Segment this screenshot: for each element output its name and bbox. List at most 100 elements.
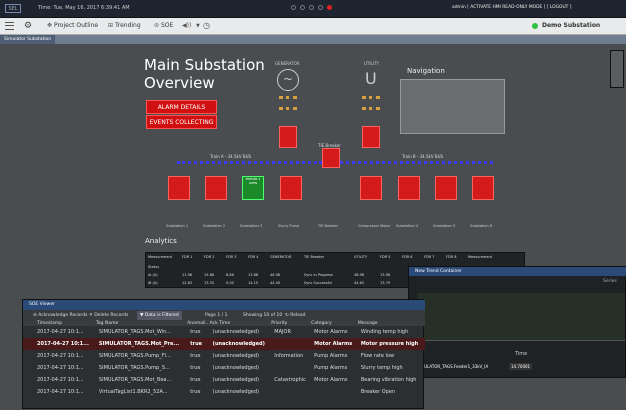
volume-icon[interactable]: ◀)) (182, 22, 191, 29)
utility-breaker[interactable] (362, 126, 380, 148)
connection-status-dot (532, 23, 538, 29)
substation-label-7: Substation 4 (396, 224, 419, 228)
table-row[interactable]: 2017-04-27 10:1... SIMULATOR_TAGS.Mot_Bea… (23, 374, 425, 386)
substation-label-5: TIE Breaker (318, 224, 339, 228)
soe-showing-count: Showing 10 of 10 (243, 313, 283, 318)
soe-filter-button[interactable]: ▼ Data is Filtered (137, 311, 182, 320)
analytics-row-status: Status (148, 265, 160, 269)
page-title-line-1: Main Substation (144, 56, 265, 74)
generator-breaker[interactable] (279, 126, 297, 148)
soe-cell: Flow rate low (360, 353, 395, 359)
table-row[interactable]: 2017-04-27 10:1... VirtualTagList1.BKR2_5… (23, 386, 425, 398)
menu-icon[interactable] (5, 22, 14, 30)
analytics-ib-fdr5: 13.79 (380, 281, 391, 285)
generator-symbol[interactable]: ~ (277, 69, 299, 91)
substation-label-8: Substation 5 (433, 224, 456, 228)
user-links[interactable]: admin [ ACTIVATE HMI READ-ONLY MODE ] [ … (452, 5, 571, 10)
soe-cell: true (190, 389, 201, 395)
analytics-ia-fdr4: 13.88 (248, 273, 259, 277)
tie-breaker-unit[interactable] (322, 148, 340, 168)
tab-strip: Simulator Substation (0, 35, 626, 44)
status-dot-2[interactable] (300, 5, 305, 10)
feeder-2[interactable] (205, 176, 227, 200)
soe-reload-button[interactable]: ↻ Reload (285, 313, 306, 318)
feeder-8[interactable] (472, 176, 494, 200)
soe-icon: ⊜ (154, 22, 160, 29)
reload-icon: ↻ (285, 313, 289, 318)
tab-label: Simulator Substation (4, 37, 52, 42)
soe-delete-records-button[interactable]: ✕ Delete Records (89, 313, 128, 318)
soe-ack-records-button[interactable]: ⊘ Acknowledge Records (33, 313, 87, 318)
soe-cell: true (190, 353, 201, 359)
table-row[interactable]: 2017-04-27 10:1... SIMULATOR_TAGS.Mot_Win… (23, 326, 425, 338)
soe-cell: Pump Alarms (314, 353, 348, 359)
soe-cell: Bearing vibration high (360, 377, 417, 383)
soe-label: SOE (160, 22, 174, 29)
status-dot-4[interactable] (318, 5, 323, 10)
trend-series-label: Series (603, 279, 617, 284)
soe-button[interactable]: ⊜ SOE (154, 22, 173, 29)
soe-cell: 2017-04-27 10:1... (37, 365, 84, 371)
side-controls (610, 50, 624, 88)
soe-cell: Pump Alarms (314, 365, 348, 371)
analytics-header-9: FDR 5 (380, 255, 391, 259)
feeder-1[interactable] (168, 176, 190, 200)
utility-symbol[interactable]: U (365, 69, 377, 89)
hmi-canvas: Main Substation Overview ALARM DETAILS E… (0, 44, 626, 410)
soe-title-bar[interactable]: SOE Viewer (23, 300, 425, 310)
analytics-header-7: TIE Breaker (304, 255, 325, 259)
analytics-row-ia-label: IA (A) (148, 273, 158, 277)
soe-cell (271, 386, 311, 398)
soe-cell (271, 362, 311, 374)
app-logo[interactable]: SEL (5, 4, 21, 13)
trend-container[interactable]: New Trend Container Series Time SIMULATO… (408, 266, 626, 378)
feeder-4[interactable] (280, 176, 302, 200)
soe-cell: 2017-04-27 10:1... (37, 389, 84, 395)
table-row[interactable]: 2017-04-27 10:1... SIMULATOR_TAGS.Mot_Pre… (23, 338, 425, 350)
soe-ack-label: Acknowledge Records (38, 313, 88, 318)
soe-cell (271, 338, 311, 350)
soe-col-anomaly[interactable]: Anomali.. (187, 321, 209, 326)
status-dot-1[interactable] (291, 5, 296, 10)
feeder-3[interactable]: FEEDER 3 OPEN (242, 176, 264, 200)
alarm-dot[interactable] (327, 5, 332, 10)
bus-a-line (177, 161, 322, 164)
trending-button[interactable]: ⊞ Trending (108, 22, 141, 29)
soe-cell: Catastrophic (274, 377, 306, 383)
alarm-details-button[interactable]: ALARM DETAILS (146, 100, 217, 114)
datetime: Time: Tue, May 16, 2017 6:39:41 AM (38, 5, 130, 11)
tab-simulator-substation[interactable]: Simulator Substation (0, 35, 56, 44)
soe-viewer[interactable]: SOE Viewer ⊘ Acknowledge Records ✕ Delet… (22, 299, 425, 409)
soe-cell: true (190, 377, 201, 383)
top-bar: SEL Time: Tue, May 16, 2017 6:39:41 AM a… (0, 0, 626, 18)
feeder-3-status: FEEDER 3 OPEN (245, 177, 261, 185)
gear-icon[interactable]: ⚙ (24, 21, 32, 31)
soe-cell: (unacknowledged) (212, 353, 259, 359)
analytics-header-12: FDR 8 (446, 255, 457, 259)
status-dot-3[interactable] (309, 5, 314, 10)
analytics-row-ib-label: IB (A) (148, 281, 158, 285)
analytics-header-8: UTILITY (354, 255, 367, 259)
trend-chart[interactable] (417, 293, 625, 341)
analytics-header-3: FDR 2 (204, 255, 215, 259)
dropdown-icon[interactable]: ▼ (196, 23, 200, 29)
analytics-header-10: FDR 6 (402, 255, 413, 259)
soe-cell: SIMULATOR_TAGS.Mot_Bea... (98, 377, 172, 383)
feeder-5[interactable] (360, 176, 382, 200)
substation-label-9: Substation 6 (470, 224, 493, 228)
analytics-ib-tie: Sync Successful (304, 281, 333, 285)
project-outline-button[interactable]: ✥ Project Outline (47, 22, 98, 29)
feeder-6[interactable] (398, 176, 420, 200)
events-collecting-button[interactable]: EVENTS COLLECTING (146, 115, 217, 129)
soe-cell: Slurry temp high (360, 365, 403, 371)
soe-cell: SIMULATOR_TAGS.Pump_S... (98, 365, 170, 371)
trend-title-bar[interactable]: New Trend Container (409, 267, 626, 276)
table-row[interactable]: 2017-04-27 10:1... SIMULATOR_TAGS.Pump_Fl… (23, 350, 425, 362)
clock-icon[interactable]: ◷ (203, 21, 210, 30)
analytics-ia-utility: 48.98 (354, 273, 365, 277)
table-row[interactable]: 2017-04-27 10:1... SIMULATOR_TAGS.Pump_S.… (23, 362, 425, 374)
project-outline-label: Project Outline (53, 22, 99, 29)
feeder-7[interactable] (435, 176, 457, 200)
filter-icon: ▼ (140, 313, 144, 318)
soe-cell: true (190, 341, 203, 347)
